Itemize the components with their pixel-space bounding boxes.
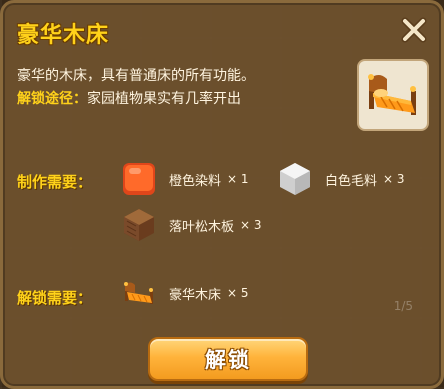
unlock-button-label: 解锁: [205, 348, 251, 372]
material-qty: × 1: [227, 172, 249, 186]
item-preview: [357, 59, 429, 131]
unlock-item-qty: × 5: [227, 286, 249, 300]
white-wool-icon: [280, 163, 310, 195]
item-detail-dialog: 豪华木床 豪华的木床，具有普通床的所有功能。 解锁途径：家园植物果实有几率开出: [0, 0, 444, 389]
unlock-path: 解锁途径：家园植物果实有几率开出: [17, 89, 241, 109]
unlock-requirement-label: 解锁需要：: [17, 289, 93, 307]
unlock-item: 豪华木床 × 5: [121, 275, 249, 311]
unlock-path-value: 家园植物果实有几率开出: [87, 91, 241, 107]
luxury-wooden-bed-icon: [124, 282, 153, 304]
crafting-label: 制作需要：: [17, 173, 93, 191]
material-name: 白色毛料: [325, 173, 378, 189]
unlock-item-name: 豪华木床: [169, 287, 222, 303]
material-item: 橙色染料 × 1: [121, 161, 249, 197]
page-indicator: 1/5: [393, 299, 413, 313]
luxury-wooden-bed-icon: [368, 74, 416, 115]
material-item: 白色毛料 × 3: [277, 161, 405, 197]
dialog-title: 豪华木床: [17, 23, 110, 48]
material-name: 落叶松木板: [169, 219, 235, 235]
material-item: 落叶松木板 × 3: [121, 207, 262, 243]
orange-dye-icon: [123, 163, 155, 195]
unlock-button[interactable]: 解锁: [148, 337, 308, 381]
unlock-path-label: 解锁途径：: [17, 91, 87, 107]
larch-plank-icon: [124, 209, 154, 241]
material-qty: × 3: [240, 218, 262, 232]
close-icon[interactable]: [399, 15, 429, 45]
material-qty: × 3: [383, 172, 405, 186]
item-description: 豪华的木床，具有普通床的所有功能。: [17, 68, 255, 84]
material-name: 橙色染料: [169, 173, 222, 189]
